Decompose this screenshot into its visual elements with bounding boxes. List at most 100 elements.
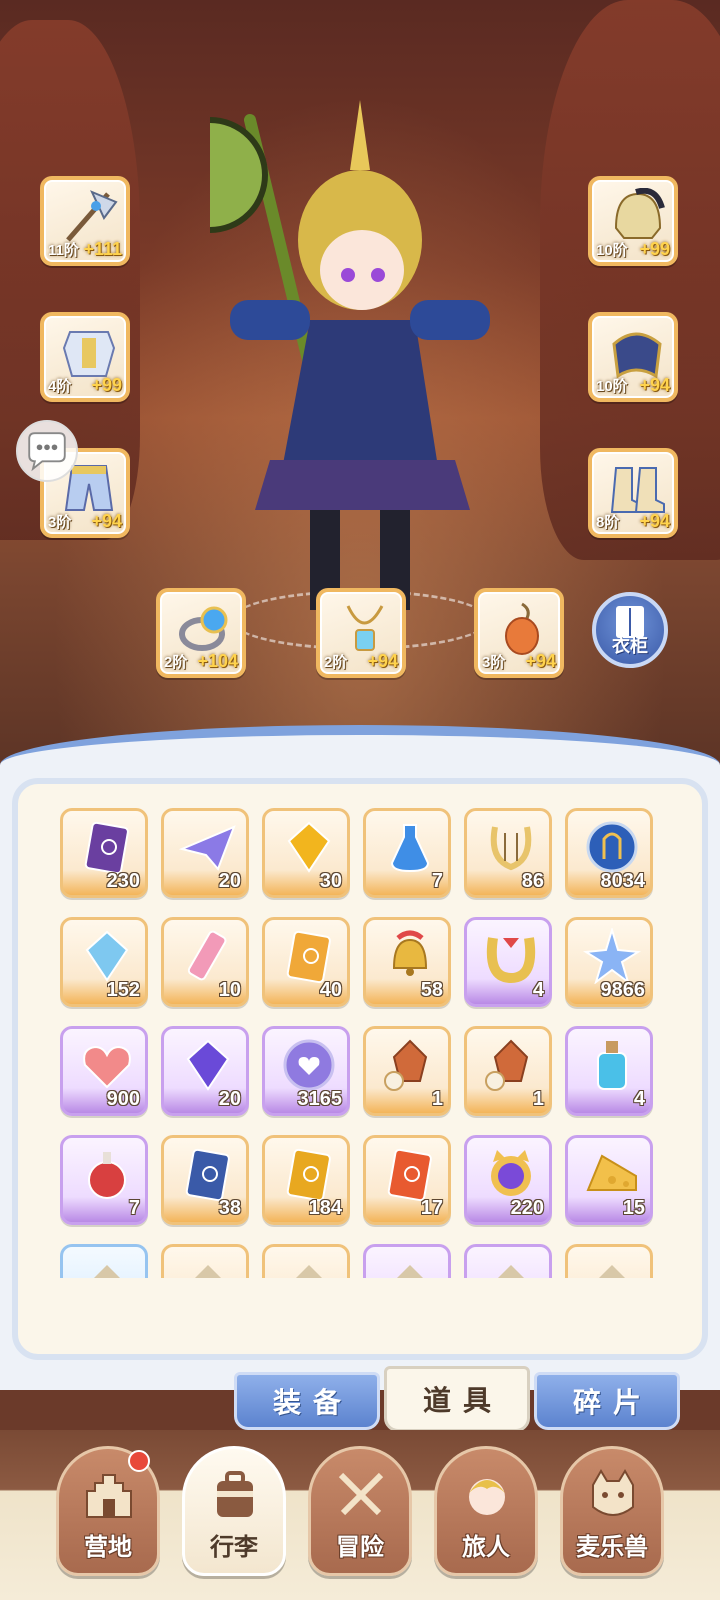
inventory-item[interactable]: 58 — [363, 917, 451, 1007]
equip-slot-pendant[interactable]: 3阶 +94 — [474, 588, 564, 678]
tab-equipment[interactable]: 装备 — [234, 1372, 380, 1430]
tab-fragments[interactable]: 碎片 — [534, 1372, 680, 1430]
paper-plane-icon — [178, 825, 236, 871]
inventory-item[interactable]: 15 — [565, 1135, 653, 1225]
equip-tier: 11阶 — [48, 242, 79, 259]
item-count: 17 — [420, 1197, 443, 1219]
equip-slot-cloak[interactable]: 10阶 +94 — [588, 312, 678, 402]
nav-luggage[interactable]: 行李 — [182, 1446, 286, 1576]
nav-merle-beasts[interactable]: 麦乐兽 — [560, 1446, 664, 1576]
inventory-item[interactable]: 1 — [363, 1026, 451, 1116]
item-count: 9866 — [600, 979, 646, 1001]
wardrobe-button[interactable]: 衣柜 — [592, 592, 668, 668]
inventory-item[interactable]: 4 — [565, 1026, 653, 1116]
inventory-item[interactable]: 4 — [464, 917, 552, 1007]
equip-bonus: +104 — [197, 651, 238, 671]
inventory-item[interactable]: 20 — [161, 808, 249, 898]
item-count: 152 — [106, 979, 140, 1001]
equip-slot-ring[interactable]: 2阶 +104 — [156, 588, 246, 678]
traveler-face-icon — [469, 1479, 505, 1515]
inventory-item[interactable]: 86 — [464, 808, 552, 898]
cat-face-icon — [592, 1469, 634, 1516]
ring-icon — [179, 606, 228, 651]
item-count: 220 — [510, 1197, 544, 1219]
blue-card-icon — [185, 1148, 230, 1202]
equip-bonus: +94 — [639, 511, 670, 531]
inventory-item[interactable]: 3165 — [262, 1026, 350, 1116]
cyan-potion-icon — [597, 1041, 627, 1090]
partial-item-icon — [599, 1265, 625, 1278]
helmet-icon — [614, 188, 665, 239]
item-count: 10 — [218, 979, 241, 1001]
inventory-item[interactable] — [161, 1244, 249, 1278]
gold-card-icon — [286, 1148, 331, 1202]
cat-mirror-icon — [491, 1150, 531, 1196]
equip-tier: 10阶 — [596, 242, 628, 259]
inventory-grid: 230 20 30 7 86 8034 152 10 40 58 4 9866 900 20 3165 1 1 4… — [60, 808, 660, 1278]
item-count: 230 — [106, 870, 140, 892]
equip-slot-weapon[interactable]: 11阶 +111 — [40, 176, 130, 266]
equip-slot-necklace[interactable]: 2阶 +94 — [316, 588, 406, 678]
inventory-item[interactable]: 10 — [161, 917, 249, 1007]
item-count: 86 — [521, 870, 544, 892]
equip-tier: 3阶 — [482, 654, 506, 671]
inventory-item[interactable] — [262, 1244, 350, 1278]
inventory-item[interactable]: 40 — [262, 917, 350, 1007]
necklace-icon — [346, 605, 384, 651]
equip-slot-helmet[interactable]: 10阶 +99 — [588, 176, 678, 266]
item-count: 1 — [431, 1088, 443, 1110]
inventory-item[interactable]: 1 — [464, 1026, 552, 1116]
equip-tier: 8阶 — [596, 514, 620, 531]
chat-button[interactable] — [16, 420, 78, 482]
inventory-item[interactable]: 7 — [363, 808, 451, 898]
nav-label: 营地 — [84, 1534, 132, 1561]
lyre-icon — [490, 826, 532, 871]
nav-travelers[interactable]: 旅人 — [434, 1446, 538, 1576]
item-count: 4 — [532, 979, 544, 1001]
character-avatar[interactable] — [210, 80, 530, 620]
item-count: 900 — [106, 1088, 140, 1110]
inventory-item[interactable]: 900 — [60, 1026, 148, 1116]
wardrobe-label: 衣柜 — [612, 636, 648, 656]
inventory-item[interactable]: 152 — [60, 917, 148, 1007]
equip-tier: 2阶 — [324, 654, 348, 671]
equip-bonus: +94 — [639, 375, 670, 395]
red-potion-icon — [88, 1152, 126, 1199]
inventory-item[interactable]: 38 — [161, 1135, 249, 1225]
inventory-item[interactable]: 30 — [262, 808, 350, 898]
item-count: 184 — [308, 1197, 342, 1219]
inventory-item[interactable]: 7 — [60, 1135, 148, 1225]
ore-boot-icon — [485, 1039, 529, 1091]
gold-crystal-icon — [287, 821, 331, 873]
item-count: 7 — [128, 1197, 140, 1219]
equip-slot-armor[interactable]: 4阶 +99 — [40, 312, 130, 402]
item-count: 15 — [622, 1197, 645, 1219]
nav-label: 麦乐兽 — [576, 1534, 648, 1561]
bell-icon — [392, 930, 428, 976]
inventory-item[interactable]: 184 — [262, 1135, 350, 1225]
inventory-item[interactable]: 20 — [161, 1026, 249, 1116]
heart-icon — [83, 1045, 131, 1089]
nav-adventure[interactable]: 冒险 — [308, 1446, 412, 1576]
chat-icon — [28, 432, 66, 472]
inventory-item[interactable] — [363, 1244, 451, 1278]
inventory-item[interactable] — [464, 1244, 552, 1278]
inventory-scroll-area[interactable]: 230 20 30 7 86 8034 152 10 40 58 4 9866 900 20 3165 1 1 4… — [60, 808, 660, 1278]
inventory-item[interactable]: 8034 — [565, 808, 653, 898]
equip-slot-boots[interactable]: 8阶 +94 — [588, 448, 678, 538]
inventory-item[interactable]: 17 — [363, 1135, 451, 1225]
partial-item-icon — [195, 1265, 221, 1278]
inventory-item[interactable]: 9866 — [565, 917, 653, 1007]
equip-tier: 4阶 — [48, 378, 72, 395]
ticket-icon — [84, 821, 129, 875]
item-count: 7 — [431, 870, 443, 892]
inventory-item[interactable] — [60, 1244, 148, 1278]
tab-items[interactable]: 道具 — [384, 1366, 530, 1432]
inventory-item[interactable]: 220 — [464, 1135, 552, 1225]
item-count: 58 — [420, 979, 443, 1001]
inventory-item[interactable] — [565, 1244, 653, 1278]
item-count: 20 — [218, 1088, 241, 1110]
equip-bonus: +111 — [83, 239, 122, 259]
inventory-item[interactable]: 230 — [60, 808, 148, 898]
backpack-icon — [217, 1471, 253, 1517]
